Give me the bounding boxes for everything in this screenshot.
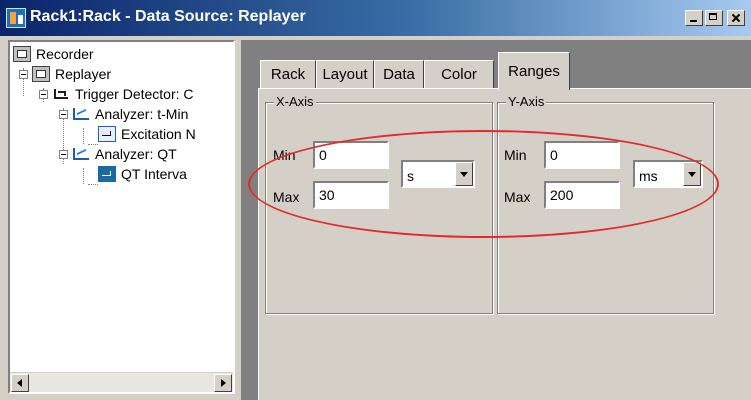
y-max-input[interactable]: [544, 181, 620, 209]
tree-item-label: Recorder: [36, 46, 94, 62]
x-unit-value: s: [407, 168, 414, 184]
tree-item-label: QT Interva: [121, 166, 187, 182]
window-title: Rack1:Rack - Data Source: Replayer: [30, 8, 306, 25]
rack-tree[interactable]: Recorder Replayer Trigger Detector: C An…: [8, 40, 235, 394]
tree-item-label: Excitation N: [121, 126, 196, 142]
tree-connector: [83, 168, 84, 184]
tree-connector: [83, 128, 84, 144]
tab-label: Color: [441, 66, 477, 83]
collapse-toggle[interactable]: [19, 69, 28, 79]
x-axis-group-label: X-Axis: [274, 94, 316, 109]
main-window: Rack1:Rack - Data Source: Replayer Recor…: [0, 0, 751, 400]
y-unit-value: ms: [639, 168, 658, 184]
tab-layout[interactable]: Layout: [316, 60, 374, 88]
x-max-label: Max: [273, 189, 300, 205]
tab-data[interactable]: Data: [374, 60, 424, 88]
collapse-toggle[interactable]: [59, 109, 68, 119]
chevron-down-icon[interactable]: [683, 162, 701, 186]
recorder-icon: [13, 46, 31, 62]
y-max-label: Max: [504, 189, 531, 205]
tree-connector: [88, 184, 98, 185]
tab-rack[interactable]: Rack: [260, 60, 316, 88]
tree-item-trigger-detector[interactable]: Trigger Detector: C: [39, 84, 194, 104]
tab-color[interactable]: Color: [424, 60, 494, 88]
maximize-button[interactable]: [705, 10, 723, 26]
ranges-tab-panel: X-Axis Y-Axis: [258, 88, 751, 400]
app-icon: [6, 8, 26, 28]
y-min-label: Min: [504, 147, 527, 163]
tree-item-recorder[interactable]: Recorder: [13, 44, 94, 64]
collapse-toggle[interactable]: [39, 89, 48, 99]
tab-ranges[interactable]: Ranges: [498, 52, 570, 90]
y-axis-group-label: Y-Axis: [506, 94, 547, 109]
tree-item-label: Analyzer: QT: [95, 146, 177, 162]
horizontal-scrollbar[interactable]: [10, 372, 233, 392]
tab-label: Ranges: [508, 63, 560, 80]
collapse-toggle[interactable]: [59, 149, 68, 159]
tree-item-label: Trigger Detector: C: [75, 86, 194, 102]
tab-label: Layout: [322, 66, 368, 83]
analyzer-icon: [72, 106, 90, 122]
replayer-icon: [32, 66, 50, 82]
x-max-input[interactable]: [313, 181, 389, 209]
caption-buttons: [685, 10, 745, 26]
x-min-label: Min: [273, 147, 296, 163]
excitation-icon: [98, 126, 116, 142]
tree-item-qt-interval[interactable]: QT Interva: [98, 164, 187, 184]
tree-item-analyzer-qt[interactable]: Analyzer: QT: [59, 144, 177, 164]
tree-item-replayer[interactable]: Replayer: [19, 64, 111, 84]
trigger-detector-icon: [52, 86, 70, 102]
chevron-down-icon[interactable]: [455, 162, 473, 186]
x-unit-select[interactable]: s: [401, 160, 475, 188]
tree-item-analyzer-tmin[interactable]: Analyzer: t-Min: [59, 104, 188, 124]
close-button[interactable]: [727, 10, 745, 26]
analyzer-icon: [72, 146, 90, 162]
tab-label: Data: [383, 66, 415, 83]
tree-item-label: Analyzer: t-Min: [95, 106, 189, 122]
tab-label: Rack: [270, 66, 306, 83]
minimize-button[interactable]: [685, 10, 703, 26]
tree-item-excitation[interactable]: Excitation N: [98, 124, 196, 144]
qt-interval-icon: [98, 166, 116, 182]
title-bar[interactable]: Rack1:Rack - Data Source: Replayer: [0, 0, 751, 36]
x-min-input[interactable]: [313, 141, 389, 169]
y-unit-select[interactable]: ms: [633, 160, 703, 188]
scroll-left-button[interactable]: [11, 374, 29, 392]
tree-item-label: Replayer: [55, 66, 112, 82]
y-min-input[interactable]: [544, 141, 620, 169]
scroll-right-button[interactable]: [214, 374, 232, 392]
